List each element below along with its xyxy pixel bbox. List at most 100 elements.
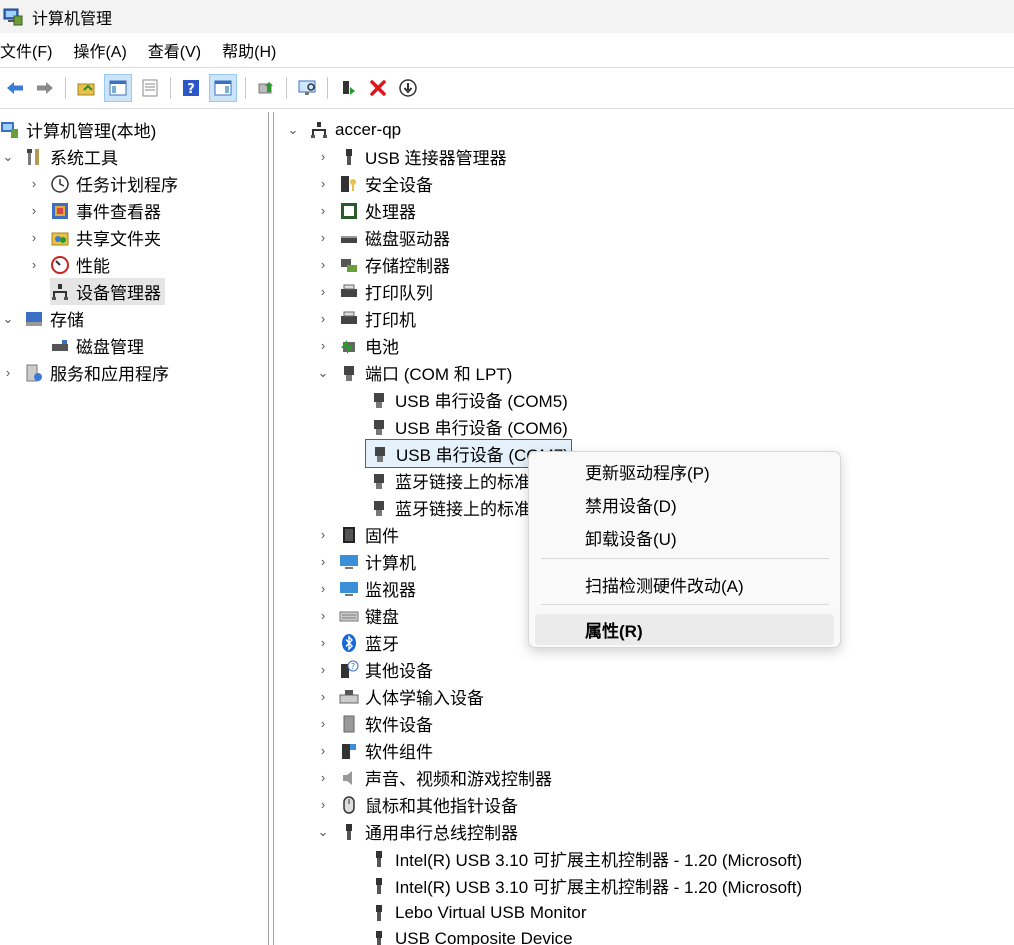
device-item[interactable]: Lebo Virtual USB Monitor [369, 899, 587, 926]
chevron-right-icon[interactable]: › [26, 176, 42, 191]
tree-item-task-scheduler[interactable]: › 任务计划程序 [26, 170, 178, 197]
device-category[interactable]: › 蓝牙 [315, 629, 399, 656]
enable-device-button[interactable] [336, 76, 360, 100]
chevron-right-icon[interactable]: › [315, 527, 331, 542]
device-category[interactable]: › 键盘 [315, 602, 399, 629]
tree-item-label: 事件查看器 [76, 203, 161, 222]
port-icon [374, 500, 384, 516]
menu-item-update-driver[interactable]: 更新驱动程序(P) [535, 456, 834, 487]
tree-item-storage[interactable]: ⌄ 存储 [0, 305, 84, 332]
device-tree-root[interactable]: ⌄ accer-qp [285, 116, 402, 143]
device-category[interactable]: › 计算机 [315, 548, 416, 575]
menu-view[interactable]: 查看(V) [148, 38, 206, 62]
chevron-right-icon[interactable]: › [315, 608, 331, 623]
device-category[interactable]: › 打印机 [315, 305, 416, 332]
scan-hardware-button[interactable] [295, 76, 319, 100]
show-hide-console-tree-button[interactable] [104, 74, 132, 102]
tree-item-shared-folders[interactable]: › 共享文件夹 [26, 224, 161, 251]
back-button[interactable] [3, 76, 27, 100]
processor-icon [341, 202, 357, 219]
chevron-down-icon[interactable]: ⌄ [315, 365, 331, 381]
device-category[interactable]: › 磁盘驱动器 [315, 224, 450, 251]
device-category[interactable]: › USB 连接器管理器 [315, 143, 507, 170]
device-category[interactable]: ⌄ 通用串行总线控制器 [315, 818, 518, 845]
tree-item-device-manager[interactable]: 设备管理器 [50, 278, 165, 305]
chevron-right-icon[interactable]: › [315, 689, 331, 704]
device-category[interactable]: › 固件 [315, 521, 399, 548]
uninstall-device-button[interactable] [366, 76, 390, 100]
disable-device-button[interactable] [396, 76, 420, 100]
tree-item-disk-management[interactable]: 磁盘管理 [50, 332, 144, 359]
device-category[interactable]: › 鼠标和其他指针设备 [315, 791, 518, 818]
up-level-button[interactable] [74, 76, 98, 100]
toolbar-separator [245, 77, 246, 99]
chevron-right-icon[interactable]: › [315, 230, 331, 245]
device-item[interactable]: Intel(R) USB 3.10 可扩展主机控制器 - 1.20 (Micro… [369, 845, 802, 872]
device-item[interactable]: USB 串行设备 (COM6) [369, 413, 568, 440]
chevron-right-icon[interactable]: › [315, 581, 331, 596]
device-label: 键盘 [365, 608, 399, 627]
device-category[interactable]: › 监视器 [315, 575, 416, 602]
device-category[interactable]: › 软件组件 [315, 737, 433, 764]
chevron-down-icon[interactable]: ⌄ [285, 122, 301, 138]
device-label: 人体学输入设备 [365, 689, 484, 708]
menu-item-scan-hardware[interactable]: 扫描检测硬件改动(A) [535, 569, 834, 600]
menu-file[interactable]: 文件(F) [0, 38, 57, 62]
device-category[interactable]: › 存储控制器 [315, 251, 450, 278]
chevron-right-icon[interactable]: › [315, 338, 331, 353]
device-category[interactable]: ›? 其他设备 [315, 656, 433, 683]
chevron-right-icon[interactable]: › [315, 149, 331, 164]
chevron-right-icon[interactable]: › [315, 284, 331, 299]
chevron-right-icon[interactable]: › [315, 662, 331, 677]
action-pane-button[interactable] [209, 74, 237, 102]
chevron-right-icon[interactable]: › [315, 635, 331, 650]
tree-item-computer-management[interactable]: 计算机管理(本地) [0, 116, 156, 143]
chevron-down-icon[interactable]: ⌄ [315, 824, 331, 840]
forward-button[interactable] [33, 76, 57, 100]
help-button[interactable]: ? [179, 76, 203, 100]
tree-item-services-applications[interactable]: › 服务和应用程序 [0, 359, 169, 386]
device-item[interactable]: USB Composite Device [369, 925, 573, 945]
chevron-right-icon[interactable]: › [315, 176, 331, 191]
chevron-right-icon[interactable]: › [315, 770, 331, 785]
device-category[interactable]: › 人体学输入设备 [315, 683, 484, 710]
update-driver-button[interactable] [254, 76, 278, 100]
device-category[interactable]: › 声音、视频和游戏控制器 [315, 764, 552, 791]
device-category[interactable]: › 处理器 [315, 197, 416, 224]
context-menu: 更新驱动程序(P) 禁用设备(D) 卸载设备(U) 扫描检测硬件改动(A) 属性… [528, 451, 841, 648]
chevron-right-icon[interactable]: › [315, 203, 331, 218]
device-category[interactable]: › 电池 [315, 332, 399, 359]
menu-item-properties[interactable]: 属性(R) [535, 614, 834, 645]
chevron-right-icon[interactable]: › [315, 716, 331, 731]
pane-splitter[interactable] [268, 112, 274, 945]
device-root-label: accer-qp [335, 119, 402, 139]
device-label: USB 串行设备 (COM6) [395, 419, 568, 438]
chevron-right-icon[interactable]: › [315, 797, 331, 812]
chevron-right-icon[interactable]: › [315, 257, 331, 272]
tree-item-event-viewer[interactable]: › 事件查看器 [26, 197, 161, 224]
menu-item-uninstall-device[interactable]: 卸载设备(U) [535, 522, 834, 553]
menu-item-disable-device[interactable]: 禁用设备(D) [535, 489, 834, 520]
chevron-right-icon[interactable]: › [26, 230, 42, 245]
tree-item-performance[interactable]: › 性能 [26, 251, 110, 278]
chevron-down-icon[interactable]: ⌄ [0, 149, 16, 165]
device-category[interactable]: ⌄ 端口 (COM 和 LPT) [315, 359, 513, 386]
chevron-right-icon[interactable]: › [26, 257, 42, 272]
device-category[interactable]: › 软件设备 [315, 710, 433, 737]
chevron-right-icon[interactable]: › [0, 365, 16, 380]
chevron-right-icon[interactable]: › [315, 743, 331, 758]
device-label: USB 串行设备 (COM5) [395, 392, 568, 411]
device-category[interactable]: › 打印队列 [315, 278, 433, 305]
chevron-down-icon[interactable]: ⌄ [0, 311, 16, 327]
properties-sheet-button[interactable] [138, 76, 162, 100]
device-item[interactable]: Intel(R) USB 3.10 可扩展主机控制器 - 1.20 (Micro… [369, 872, 802, 899]
chevron-right-icon[interactable]: › [315, 311, 331, 326]
tree-item-system-tools[interactable]: ⌄ 系统工具 [0, 143, 118, 170]
menu-help[interactable]: 帮助(H) [222, 38, 281, 62]
device-item[interactable]: USB 串行设备 (COM5) [369, 386, 568, 413]
device-category[interactable]: › 安全设备 [315, 170, 433, 197]
chevron-right-icon[interactable]: › [26, 203, 42, 218]
menu-action[interactable]: 操作(A) [73, 38, 131, 62]
port-icon [344, 365, 354, 381]
chevron-right-icon[interactable]: › [315, 554, 331, 569]
